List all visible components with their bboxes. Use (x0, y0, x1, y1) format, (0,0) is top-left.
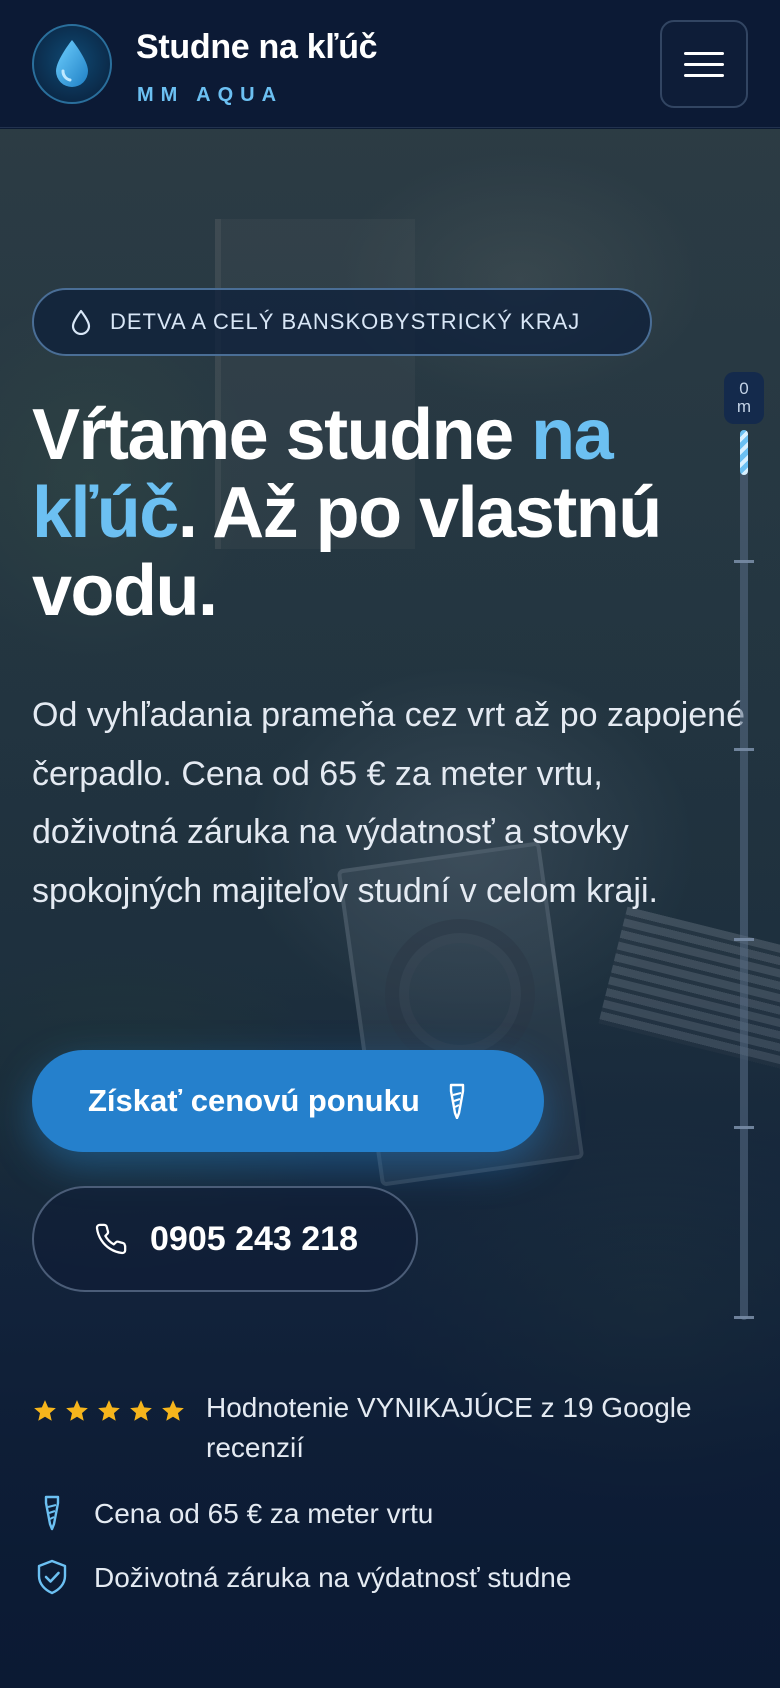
page-title: Vŕtame studne na kľúč. Až po vlastnú vod… (32, 396, 732, 630)
logo[interactable] (32, 24, 112, 104)
depth-unit: m (736, 397, 752, 416)
rating-text: Hodnotenie VYNIKAJÚCE z 19 Google recenz… (206, 1392, 692, 1463)
drill-bit-icon (449, 1083, 464, 1119)
water-drop-outline-icon (71, 309, 91, 335)
hamburger-menu-icon (684, 51, 724, 55)
region-badge-label: DETVA A CELÝ BANSKOBYSTRICKÝ KRAJ (110, 309, 581, 334)
star-icon (162, 1400, 184, 1421)
headline-accent-2: kľúč (32, 473, 179, 553)
brand-tagline: MM AQUA (137, 84, 284, 106)
get-quote-label: Získať cenovú ponuku (88, 1083, 420, 1118)
phone-icon (95, 1223, 127, 1255)
depth-gauge-tick (734, 748, 754, 751)
warranty-info: Doživotná záruka na výdatnosť studne (32, 1558, 571, 1598)
menu-button[interactable] (660, 20, 748, 108)
depth-readout: 0 m (724, 372, 764, 424)
star-icon (34, 1400, 56, 1421)
price-text: Cena od 65 € za meter vrtu (94, 1498, 434, 1529)
google-rating[interactable]: Hodnotenie VYNIKAJÚCE z 19 Google recenz… (32, 1388, 726, 1468)
depth-value: 0 (739, 379, 749, 398)
headline-part-1: Vŕtame studne (32, 395, 532, 475)
depth-gauge-fill (740, 430, 748, 475)
price-info: Cena od 65 € za meter vrtu (32, 1494, 433, 1534)
phone-number: 0905 243 218 (150, 1219, 358, 1258)
hero-lead-text: Od vyhľadania prameňa cez vrt až po zapo… (32, 696, 746, 910)
depth-gauge-tick (734, 560, 754, 563)
get-quote-button[interactable]: Získať cenovú ponuku (32, 1050, 544, 1152)
star-icon (130, 1400, 152, 1421)
water-drop-icon (56, 40, 88, 87)
star-icon (66, 1400, 88, 1421)
depth-gauge-tick (734, 1126, 754, 1129)
hero-content: DETVA A CELÝ BANSKOBYSTRICKÝ KRAJ Vŕtame… (0, 0, 780, 1688)
star-icon (98, 1400, 120, 1421)
region-badge: DETVA A CELÝ BANSKOBYSTRICKÝ KRAJ (32, 288, 652, 356)
warranty-text: Doživotná záruka na výdatnosť studne (94, 1562, 572, 1593)
rating-stars (32, 1398, 186, 1424)
depth-gauge-tick (734, 938, 754, 941)
depth-gauge-track (734, 430, 754, 1320)
headline-accent-1: na (531, 395, 614, 475)
depth-gauge-tick (734, 1316, 754, 1319)
shield-check-icon (37, 1559, 67, 1595)
call-phone-button[interactable]: 0905 243 218 (32, 1186, 418, 1292)
brand-name[interactable]: Studne na kľúč (136, 28, 378, 67)
drill-bit-icon (44, 1495, 60, 1531)
site-header: Studne na kľúč MM AQUA (0, 0, 780, 128)
